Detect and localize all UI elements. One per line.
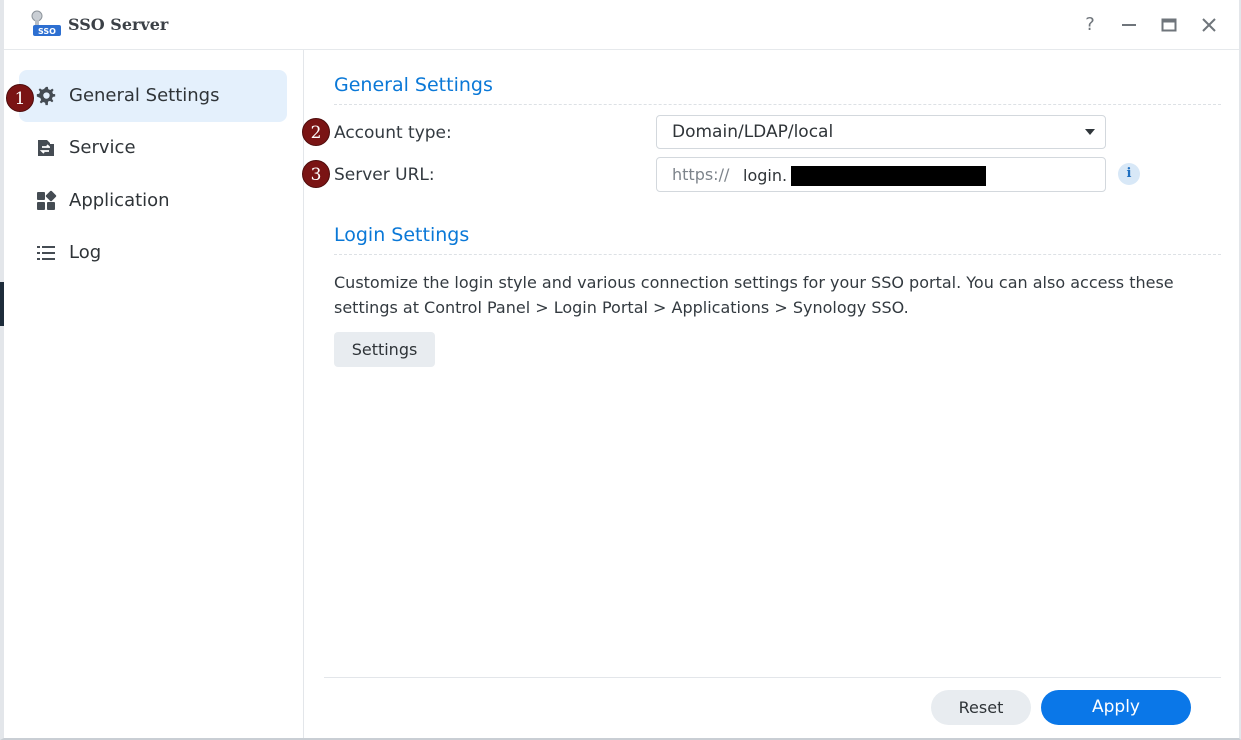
close-button[interactable]: [1197, 13, 1221, 37]
sidebar-item-label: Service: [69, 137, 136, 158]
reset-button[interactable]: Reset: [931, 690, 1031, 725]
login-settings-title: Login Settings: [334, 224, 470, 246]
minimize-icon: [1122, 24, 1136, 26]
account-type-label: Account type:: [334, 123, 452, 143]
sidebar-item-general-settings[interactable]: General Settings: [19, 70, 287, 122]
sidebar-item-service[interactable]: Service: [19, 122, 287, 174]
title-bar: SSO SSO Server ?: [4, 0, 1239, 50]
sidebar-item-label: Application: [69, 190, 170, 211]
chevron-down-icon: [1085, 129, 1095, 135]
window-edge-strip: [0, 282, 4, 326]
section-divider: [334, 254, 1221, 255]
sidebar-item-label: General Settings: [69, 85, 220, 106]
settings-button[interactable]: Settings: [334, 332, 435, 367]
sso-app-icon: SSO: [31, 10, 61, 36]
annotation-badge: 1: [6, 84, 34, 112]
gear-icon: [36, 86, 56, 106]
sidebar-item-log[interactable]: Log: [19, 227, 287, 279]
sidebar: General Settings Service Application Log: [0, 50, 304, 738]
account-type-value: Domain/LDAP/local: [672, 122, 834, 142]
sidebar-item-label: Log: [69, 242, 102, 263]
maximize-button[interactable]: [1157, 13, 1181, 37]
svg-text:SSO: SSO: [38, 27, 56, 36]
service-icon: [38, 140, 54, 156]
login-settings-description: Customize the login style and various co…: [334, 273, 1174, 317]
list-icon: [37, 246, 55, 260]
sso-server-window: SSO SSO Server ? General Settings Servic…: [0, 0, 1241, 740]
window-title: SSO Server: [68, 15, 169, 34]
footer-divider: [324, 677, 1221, 678]
apply-button[interactable]: Apply: [1041, 690, 1191, 725]
sidebar-item-application[interactable]: Application: [19, 175, 287, 227]
application-icon: [37, 190, 57, 210]
section-divider: [334, 104, 1221, 105]
account-type-select[interactable]: Domain/LDAP/local: [656, 115, 1106, 149]
main-panel: General Settings Account type: Domain/LD…: [304, 50, 1239, 738]
help-icon[interactable]: ?: [1078, 13, 1102, 37]
maximize-icon: [1161, 18, 1177, 32]
info-icon[interactable]: i: [1118, 163, 1140, 185]
close-icon: [1202, 18, 1216, 32]
redaction-bar: [791, 166, 986, 186]
minimize-button[interactable]: [1117, 13, 1141, 37]
general-settings-title: General Settings: [334, 74, 493, 96]
server-url-field: https://: [656, 157, 1106, 192]
url-prefix: https://: [672, 165, 730, 184]
server-url-label: Server URL:: [334, 165, 435, 185]
